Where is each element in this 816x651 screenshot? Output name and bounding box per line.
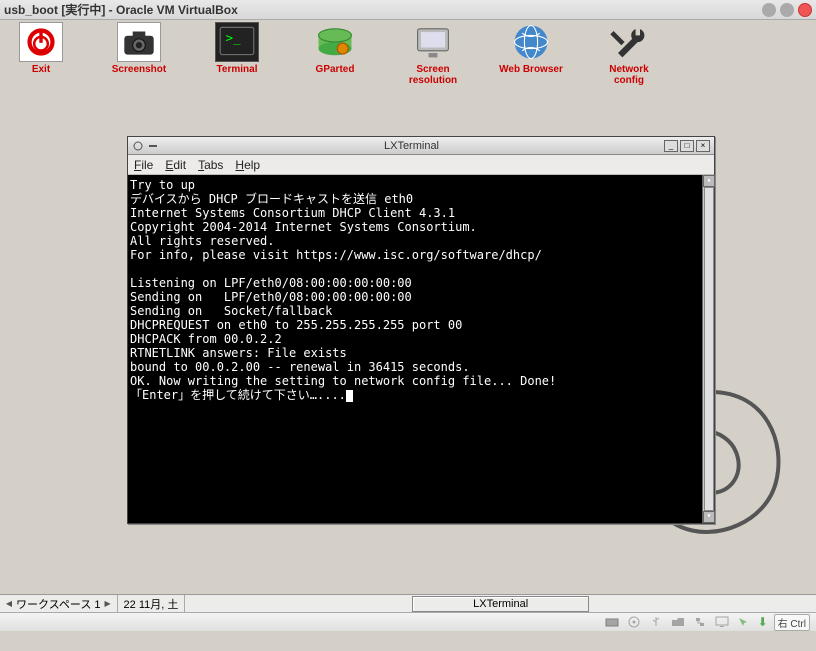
status-usb-icon[interactable] bbox=[648, 615, 664, 629]
maximize-button[interactable]: □ bbox=[680, 140, 694, 152]
status-harddisk-icon[interactable] bbox=[604, 615, 620, 629]
status-optical-icon[interactable] bbox=[626, 615, 642, 629]
terminal-output: Try to up デバイスから DHCP ブロードキャストを送信 eth0 I… bbox=[130, 178, 712, 402]
lxterminal-menubar: File Edit Tabs Help bbox=[128, 155, 714, 175]
monitor-icon bbox=[411, 22, 455, 62]
taskbar-task-lxterminal[interactable]: LXTerminal bbox=[412, 596, 589, 612]
window-sticky-icon[interactable] bbox=[132, 140, 144, 152]
vbox-title: usb_boot [実行中] - Oracle VM VirtualBox bbox=[4, 1, 762, 18]
workspace-prev-button[interactable]: ◀ bbox=[4, 599, 14, 609]
desktop-icon-networkconfig[interactable]: Network config bbox=[594, 22, 664, 86]
desktop-icon-screenshot[interactable]: Screenshot bbox=[104, 22, 174, 86]
vbox-maximize-button[interactable] bbox=[780, 3, 794, 17]
power-icon bbox=[19, 22, 63, 62]
close-button[interactable]: × bbox=[696, 140, 710, 152]
desktop-icon-label: Screenshot bbox=[112, 64, 166, 75]
desktop-icons: Exit Screenshot >_ Terminal GParted Scre… bbox=[0, 20, 816, 88]
workspace-label[interactable]: ワークスペース 1 bbox=[16, 596, 101, 612]
disk-icon bbox=[313, 22, 357, 62]
lxterminal-window: LXTerminal _ □ × File Edit Tabs Help Try… bbox=[127, 136, 715, 524]
minimize-button[interactable]: _ bbox=[664, 140, 678, 152]
terminal-icon: >_ bbox=[215, 22, 259, 62]
scroll-up-button[interactable]: ▴ bbox=[703, 175, 715, 187]
terminal-cursor bbox=[346, 390, 353, 402]
menu-file[interactable]: File bbox=[134, 158, 153, 172]
desktop-icon-gparted[interactable]: GParted bbox=[300, 22, 370, 86]
desktop-icon-terminal[interactable]: >_ Terminal bbox=[202, 22, 272, 86]
svg-text:>_: >_ bbox=[225, 30, 241, 45]
vbox-titlebar: usb_boot [実行中] - Oracle VM VirtualBox bbox=[0, 0, 816, 20]
lxterminal-titlebar[interactable]: LXTerminal _ □ × bbox=[128, 137, 714, 155]
vbox-close-button[interactable] bbox=[798, 3, 812, 17]
desktop-icon-browser[interactable]: Web Browser bbox=[496, 22, 566, 86]
scroll-down-button[interactable]: ▾ bbox=[703, 511, 715, 523]
desktop-icon-label: Screen resolution bbox=[398, 64, 468, 86]
desktop-icon-screenres[interactable]: Screen resolution bbox=[398, 22, 468, 86]
menu-help[interactable]: Help bbox=[235, 158, 260, 172]
scroll-thumb[interactable] bbox=[704, 187, 714, 511]
desktop-icon-label: Exit bbox=[32, 64, 50, 75]
menu-edit[interactable]: Edit bbox=[165, 158, 186, 172]
desktop-icon-label: Terminal bbox=[217, 64, 258, 75]
status-mouse-icon[interactable] bbox=[736, 615, 752, 629]
guest-taskbar: ◀ ワークスペース 1 ▶ 22 11月, 土 LXTerminal bbox=[0, 594, 816, 612]
wrench-icon bbox=[607, 22, 651, 62]
status-display-icon[interactable] bbox=[714, 615, 730, 629]
guest-desktop: Exit Screenshot >_ Terminal GParted Scre… bbox=[0, 20, 816, 612]
menu-tabs[interactable]: Tabs bbox=[198, 158, 223, 172]
desktop-icon-label: Web Browser bbox=[499, 64, 563, 75]
globe-icon bbox=[509, 22, 553, 62]
workspace-next-button[interactable]: ▶ bbox=[103, 599, 113, 609]
host-key-label[interactable]: 右 Ctrl bbox=[774, 614, 810, 631]
vbox-minimize-button[interactable] bbox=[762, 3, 776, 17]
window-shade-icon[interactable] bbox=[147, 140, 159, 152]
workspace-switcher: ◀ ワークスペース 1 ▶ bbox=[0, 595, 118, 612]
vbox-statusbar: ⬇ 右 Ctrl bbox=[0, 612, 816, 631]
taskbar-date[interactable]: 22 11月, 土 bbox=[118, 595, 186, 612]
host-key-captured-icon: ⬇ bbox=[758, 615, 768, 629]
status-network-icon[interactable] bbox=[692, 615, 708, 629]
status-shared-folder-icon[interactable] bbox=[670, 615, 686, 629]
desktop-icon-label: Network config bbox=[594, 64, 664, 86]
terminal-scrollbar[interactable]: ▴ ▾ bbox=[702, 175, 714, 523]
desktop-icon-label: GParted bbox=[316, 64, 355, 75]
camera-icon bbox=[117, 22, 161, 62]
terminal-body[interactable]: Try to up デバイスから DHCP ブロードキャストを送信 eth0 I… bbox=[128, 175, 714, 523]
lxterminal-title: LXTerminal bbox=[159, 140, 664, 152]
desktop-icon-exit[interactable]: Exit bbox=[6, 22, 76, 86]
